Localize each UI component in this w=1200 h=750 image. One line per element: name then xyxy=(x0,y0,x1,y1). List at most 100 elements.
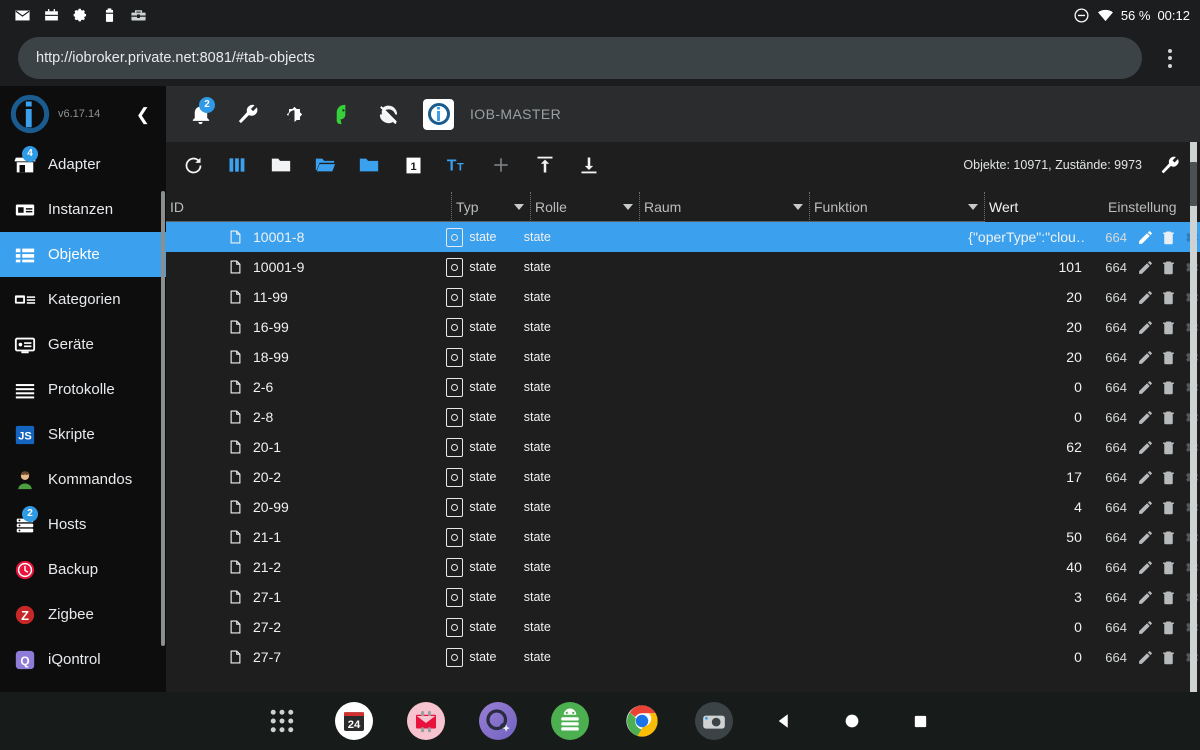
cell-id[interactable]: 27-2 xyxy=(166,618,446,636)
cell-wert[interactable]: 0 xyxy=(968,619,1086,635)
table-row[interactable]: 20-1 state state 62 664 xyxy=(166,432,1200,462)
edit-pencil-icon[interactable] xyxy=(1137,649,1154,666)
edit-pencil-icon[interactable] xyxy=(1137,589,1154,606)
folder-open-icon[interactable] xyxy=(312,152,338,178)
cell-wert[interactable]: 20 xyxy=(968,349,1086,365)
column-header-wert[interactable]: Wert xyxy=(984,192,1104,222)
delete-trash-icon[interactable] xyxy=(1160,499,1177,516)
calendar-24-icon[interactable]: 24 xyxy=(335,702,373,740)
chevron-down-icon[interactable] xyxy=(514,203,524,210)
folder-closed-icon[interactable] xyxy=(268,152,294,178)
sidebar-item-objekte[interactable]: Objekte xyxy=(0,232,166,277)
delete-trash-icon[interactable] xyxy=(1160,589,1177,606)
table-row[interactable]: 20-99 state state 4 664 xyxy=(166,492,1200,522)
no-sync-icon[interactable] xyxy=(376,102,401,127)
table-row[interactable]: 27-1 state state 3 664 xyxy=(166,582,1200,612)
edit-pencil-icon[interactable] xyxy=(1137,409,1154,426)
cell-id[interactable]: 2-8 xyxy=(166,408,446,426)
cell-id[interactable]: 10001-8 xyxy=(166,228,446,246)
cell-wert[interactable]: 17 xyxy=(968,469,1086,485)
columns-icon[interactable] xyxy=(224,152,250,178)
cell-id[interactable]: 21-2 xyxy=(166,558,446,576)
url-input[interactable]: http://iobroker.private.net:8081/#tab-ob… xyxy=(18,37,1142,79)
back-icon[interactable] xyxy=(767,704,801,738)
chrome-icon[interactable] xyxy=(623,702,661,740)
edit-pencil-icon[interactable] xyxy=(1137,289,1154,306)
chevron-down-icon[interactable] xyxy=(793,203,803,210)
delete-trash-icon[interactable] xyxy=(1160,529,1177,546)
chevron-down-icon[interactable] xyxy=(623,203,633,210)
cell-wert[interactable]: 40 xyxy=(968,559,1086,575)
edit-pencil-icon[interactable] xyxy=(1137,439,1154,456)
cell-wert[interactable]: 101 xyxy=(968,259,1086,275)
sidebar-item-instanzen[interactable]: Instanzen xyxy=(0,187,166,232)
table-row[interactable]: 21-1 state state 50 664 xyxy=(166,522,1200,552)
delete-trash-icon[interactable] xyxy=(1160,379,1177,396)
sidebar-item-iqontrol[interactable]: Q iQontrol xyxy=(0,637,166,682)
table-row[interactable]: 27-7 state state 0 664 xyxy=(166,642,1200,672)
add-icon[interactable] xyxy=(488,152,514,178)
objects-table-body[interactable]: 10001-8 state state {"operType":"clou… 664 10… xyxy=(166,222,1200,692)
chevron-left-icon[interactable]: ❮ xyxy=(136,106,156,123)
table-scrollbar-thumb[interactable] xyxy=(1190,162,1197,206)
android-server-icon[interactable] xyxy=(551,702,589,740)
cell-id[interactable]: 16-99 xyxy=(166,318,446,336)
cell-id[interactable]: 20-1 xyxy=(166,438,446,456)
sidebar-scrollbar[interactable] xyxy=(161,191,165,646)
cell-wert[interactable]: 4 xyxy=(968,499,1086,515)
column-header-raum[interactable]: Raum xyxy=(639,192,809,222)
home-icon[interactable] xyxy=(835,704,869,738)
sidebar-item-protokolle[interactable]: Protokolle xyxy=(0,367,166,412)
column-header-funktion[interactable]: Funktion xyxy=(809,192,984,222)
edit-pencil-icon[interactable] xyxy=(1137,619,1154,636)
edit-pencil-icon[interactable] xyxy=(1137,469,1154,486)
brightness-icon[interactable] xyxy=(282,102,307,127)
table-row[interactable]: 16-99 state state 20 664 xyxy=(166,312,1200,342)
table-row[interactable]: 10001-8 state state {"operType":"clou… 664 xyxy=(166,222,1200,252)
download-icon[interactable] xyxy=(576,152,602,178)
delete-trash-icon[interactable] xyxy=(1160,229,1177,246)
cell-id[interactable]: 21-1 xyxy=(166,528,446,546)
edit-pencil-icon[interactable] xyxy=(1137,499,1154,516)
copilot-q-icon[interactable] xyxy=(479,702,517,740)
table-row[interactable]: 2-8 state state 0 664 xyxy=(166,402,1200,432)
upload-icon[interactable] xyxy=(532,152,558,178)
recents-icon[interactable] xyxy=(903,704,937,738)
cell-wert[interactable]: 50 xyxy=(968,529,1086,545)
chevron-down-icon[interactable] xyxy=(968,203,978,210)
sidebar-item-kommandos[interactable]: Kommandos xyxy=(0,457,166,502)
delete-trash-icon[interactable] xyxy=(1160,289,1177,306)
cell-id[interactable]: 11-99 xyxy=(166,288,446,306)
expand-level-1-icon[interactable]: 1 xyxy=(400,152,426,178)
cell-wert[interactable]: 3 xyxy=(968,589,1086,605)
camera-icon[interactable] xyxy=(695,702,733,740)
refresh-icon[interactable] xyxy=(180,152,206,178)
cell-id[interactable]: 2-6 xyxy=(166,378,446,396)
edit-pencil-icon[interactable] xyxy=(1137,259,1154,276)
text-size-icon[interactable]: TT xyxy=(444,152,470,178)
delete-trash-icon[interactable] xyxy=(1160,439,1177,456)
delete-trash-icon[interactable] xyxy=(1160,619,1177,636)
edit-pencil-icon[interactable] xyxy=(1137,529,1154,546)
sidebar-item-hosts[interactable]: 2 Hosts xyxy=(0,502,166,547)
cell-wert[interactable]: 20 xyxy=(968,319,1086,335)
cell-id[interactable]: 20-99 xyxy=(166,498,446,516)
sidebar-item-zigbee[interactable]: Z Zigbee xyxy=(0,592,166,637)
cell-wert[interactable]: 0 xyxy=(968,409,1086,425)
cell-wert[interactable]: 20 xyxy=(968,289,1086,305)
sidebar-item-backup[interactable]: Backup xyxy=(0,547,166,592)
mail-pink-icon[interactable] xyxy=(407,702,445,740)
cell-id[interactable]: 18-99 xyxy=(166,348,446,366)
app-drawer-icon[interactable] xyxy=(263,702,301,740)
edit-pencil-icon[interactable] xyxy=(1137,349,1154,366)
edit-pencil-icon[interactable] xyxy=(1137,319,1154,336)
table-row[interactable]: 20-2 state state 17 664 xyxy=(166,462,1200,492)
table-row[interactable]: 21-2 state state 40 664 xyxy=(166,552,1200,582)
cell-id[interactable]: 27-1 xyxy=(166,588,446,606)
edit-pencil-icon[interactable] xyxy=(1137,559,1154,576)
delete-trash-icon[interactable] xyxy=(1160,319,1177,336)
table-scrollbar-track[interactable] xyxy=(1190,142,1197,692)
edit-pencil-icon[interactable] xyxy=(1137,379,1154,396)
table-row[interactable]: 2-6 state state 0 664 xyxy=(166,372,1200,402)
cell-id[interactable]: 10001-9 xyxy=(166,258,446,276)
